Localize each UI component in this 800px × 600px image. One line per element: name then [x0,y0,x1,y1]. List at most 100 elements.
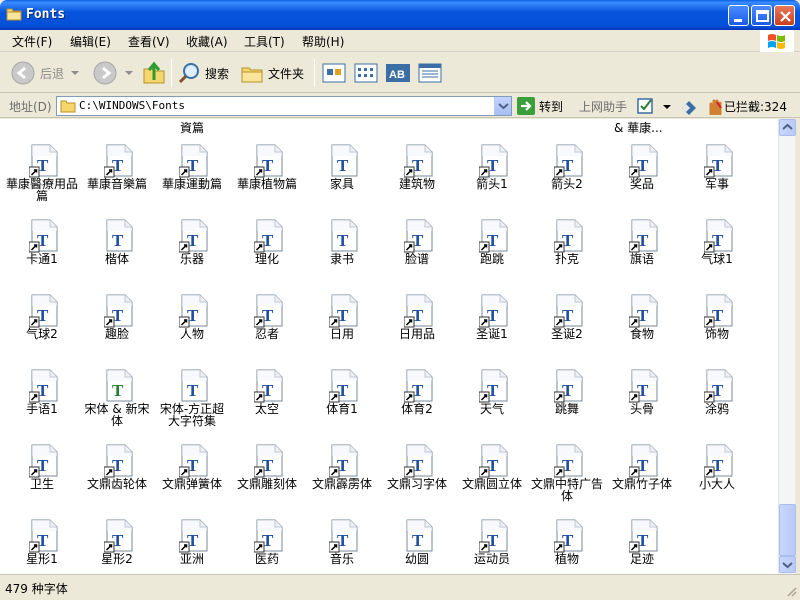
vertical-scrollbar[interactable] [778,119,796,574]
menu-tools[interactable]: 工具(T) [244,33,285,50]
address-path: C:\WINDOWS\Fonts [79,99,185,112]
windows-logo [760,30,794,52]
scroll-down-button[interactable] [779,556,796,573]
truetype-font-file-icon: T [704,369,733,403]
blocked-count-label: 已拦截:324 [724,99,787,114]
font-name-label: 食物 [629,327,654,341]
go-button[interactable]: 转到 [517,97,563,115]
fonts-icon-view[interactable]: 資篇 & 華康... T 華康醫療用品篇 T 華康音樂篇 T 華康運動篇 T 華康植物篇 T 家具… [0,119,778,574]
eraser-icon[interactable] [679,96,699,116]
view-list-button[interactable] [353,59,379,87]
font-name-label: 乐器 [179,252,204,266]
truetype-font-file-icon: T [479,444,508,478]
font-name-label: 文鼎圆立体 [461,477,522,491]
truetype-font-file-icon: T [479,294,508,328]
chevron-down-icon [498,103,509,110]
title-bar[interactable]: Fonts [0,0,800,30]
font-name-label: 建筑物 [398,177,435,191]
font-name-label: 文鼎霹雳体 [311,477,372,491]
truetype-font-file-icon: T [179,219,208,253]
details-view-icon [418,63,442,83]
font-name-label: 家具 [329,177,354,191]
truetype-font-file-icon: T [29,519,58,553]
svg-text:T: T [187,381,199,400]
font-name-label: 華康運動篇 [161,177,222,191]
truetype-font-file-icon: T [29,144,58,178]
truetype-font-file-icon: T [554,219,583,253]
chevron-down-icon[interactable] [662,102,672,112]
forward-button[interactable] [92,59,134,87]
font-name-label: 扑克 [554,252,579,266]
view-large-icons-button[interactable] [321,59,347,87]
truetype-font-file-icon: T [629,369,658,403]
truetype-font-file-icon: T [254,294,283,328]
font-name-label: 手语1 [26,402,58,416]
truetype-font-file-icon: T [179,144,208,178]
font-name-label: 箭头2 [551,177,583,191]
menu-view[interactable]: 查看(V) [128,33,170,50]
menu-file[interactable]: 文件(F) [12,33,52,50]
font-name-label: 跳舞 [554,402,579,416]
address-input[interactable]: C:\WINDOWS\Fonts [56,96,512,116]
checkbox-shield-icon[interactable] [636,96,656,116]
font-name-label: 宋体-方正超大字符集 [159,402,225,428]
font-count: 479 种字体 [5,582,68,596]
truetype-font-file-icon: T [629,144,658,178]
minimize-button[interactable] [728,5,749,26]
go-arrow-icon [517,97,535,115]
resize-grip-icon[interactable] [785,585,797,597]
font-name-label: 卡通1 [26,252,58,266]
truetype-font-file-icon: T [29,369,58,403]
hand-stop-icon [709,99,722,115]
truetype-font-file-icon: T [254,444,283,478]
address-dropdown-button[interactable] [494,97,511,115]
popup-blocked-indicator[interactable]: 已拦截:324 [706,97,787,115]
truetype-font-file-icon: T [704,444,733,478]
svg-text:T: T [412,531,424,550]
scroll-up-button[interactable] [779,119,796,136]
view-similarity-button[interactable]: AB [385,59,411,87]
truetype-font-file-icon: T [181,369,208,402]
font-name-label: 宋体 & 新宋体 [84,402,150,428]
font-name-label: 体育2 [401,402,433,416]
font-name-label: 足迹 [629,552,654,566]
font-name-label: 文鼎中特广告体 [530,477,603,503]
back-arrow-icon [11,61,35,85]
menu-help[interactable]: 帮助(H) [302,33,344,50]
window-title: Fonts [26,7,66,22]
font-name-label: 亚洲 [179,552,204,566]
font-name-label: 天气 [479,402,504,416]
minimize-icon [734,19,742,22]
menu-edit[interactable]: 编辑(E) [70,33,111,50]
internet-helper-label[interactable]: 上网助手 [579,98,627,115]
folder-icon [60,100,76,113]
up-folder-button[interactable] [141,59,167,87]
truetype-font-file-icon: T [106,219,133,252]
maximize-icon [756,10,769,22]
font-name-label: 華康植物篇 [236,177,297,191]
font-name-label: 楷体 [104,252,129,266]
maximize-button[interactable] [751,5,772,26]
font-name-label: 華康音樂篇 [86,177,147,191]
back-button[interactable]: 后退 [10,59,80,87]
chevron-down-icon [71,71,80,75]
view-details-button[interactable] [417,59,443,87]
font-name-label: 理化 [254,252,279,266]
truetype-font-file-icon: T [404,144,433,178]
font-name-label: 隶书 [329,252,354,266]
scroll-thumb[interactable] [779,504,796,556]
search-label: 搜索 [205,66,230,81]
address-bar: 地址(D) C:\WINDOWS\Fonts 转到 上网助手 已拦截:324 [0,94,800,118]
truetype-font-file-icon: T [29,294,58,328]
truetype-font-file-icon: T [29,219,58,253]
close-button[interactable] [774,5,795,26]
font-name-label: 运动员 [473,552,510,566]
up-folder-icon [143,61,165,84]
folders-button[interactable]: 文件夹 [240,59,304,87]
search-button[interactable]: 搜索 [177,59,229,87]
font-name-label: 華康醫療用品篇 [5,177,78,203]
status-bar: 479 种字体 [0,574,800,600]
list-view-icon [354,63,378,83]
menu-favorites[interactable]: 收藏(A) [186,33,228,50]
large-icons-view-icon [322,63,346,83]
